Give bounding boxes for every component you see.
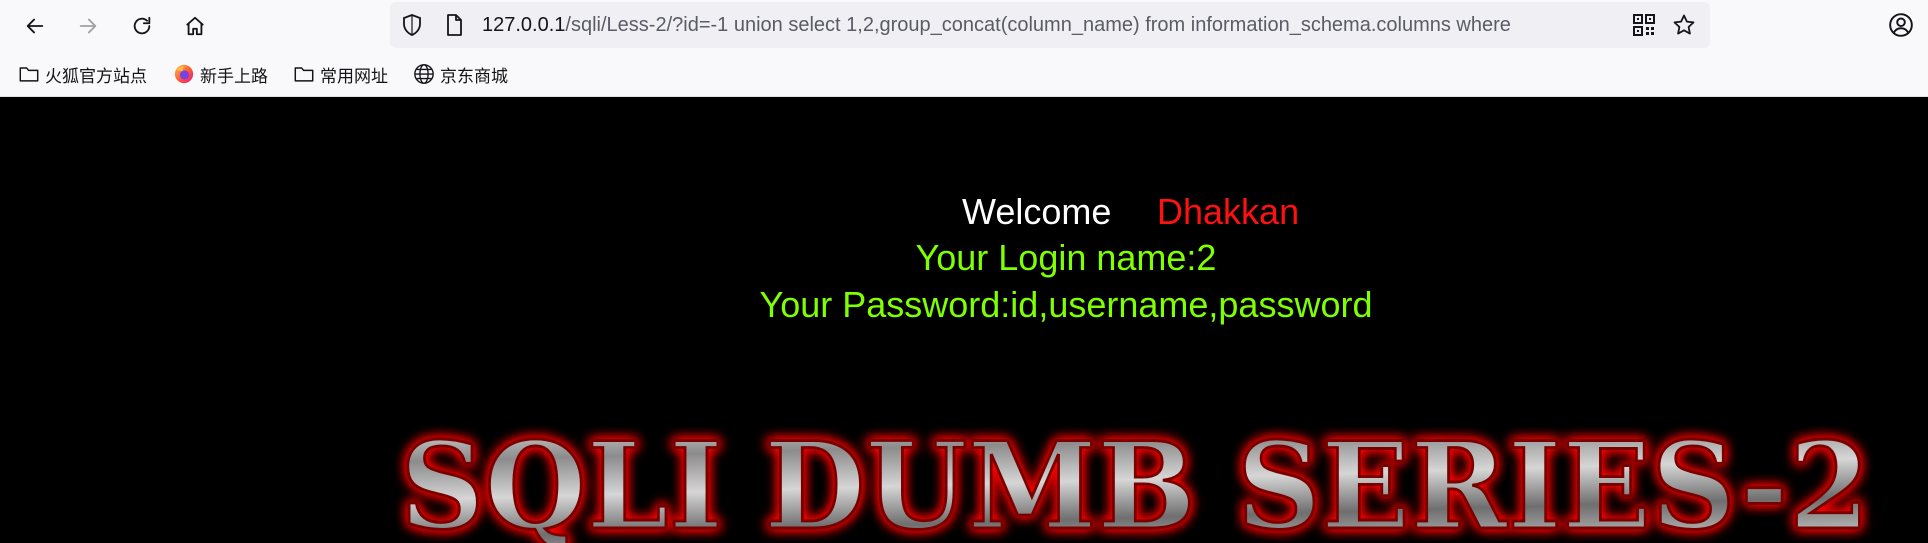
reload-button[interactable] [125,9,159,43]
banner-text: SQLI DUMB SERIES-2 [400,420,1870,543]
forward-button[interactable] [71,9,105,43]
bookmark-item[interactable]: 常用网址 [293,59,388,89]
arrow-right-icon [79,18,97,34]
home-button[interactable] [178,9,212,43]
arrow-left-icon [26,18,44,34]
folder-icon [19,67,39,82]
bookmark-item[interactable]: 火狐官方站点 [18,59,147,89]
bookmark-item[interactable]: 京东商城 [413,59,508,89]
page-content: Welcome Dhakkan Your Login name:2 Your P… [0,98,1928,543]
bookmark-label: 新手上路 [200,66,268,87]
bookmark-item[interactable]: 新手上路 [173,59,268,89]
browser-toolbar: 127.0.0.1/sqli/Less-2/?id=-1 union selec… [0,0,1928,51]
globe-icon [414,64,434,84]
bookmark-label: 火狐官方站点 [45,66,147,87]
password-line: Your Password:id,username,password [759,284,1373,325]
folder-icon [294,67,314,82]
reload-icon [133,16,151,35]
back-button[interactable] [18,9,52,43]
bookmark-label: 常用网址 [320,66,388,87]
url-text[interactable]: 127.0.0.1/sqli/Less-2/?id=-1 union selec… [482,2,1622,48]
star-icon[interactable] [1672,13,1696,37]
firefox-icon [174,64,194,84]
login-name-line: Your Login name:2 [915,237,1217,278]
welcome-line: Welcome Dhakkan [0,190,1928,234]
banner-image: SQLI DUMB SERIES-2 [399,420,1872,543]
welcome-name: Dhakkan [1157,191,1300,232]
bookmark-label: 京东商城 [440,66,508,87]
qr-code-icon[interactable] [1632,13,1656,37]
url-host: 127.0.0.1 [482,14,566,36]
welcome-label: Welcome [962,191,1112,232]
shield-icon[interactable] [400,13,424,37]
page-icon[interactable] [442,13,466,37]
url-path: /sqli/Less-2/?id=-1 union select 1,2,gro… [565,14,1511,36]
account-icon[interactable] [1888,12,1914,38]
home-icon [186,16,204,36]
address-bar[interactable]: 127.0.0.1/sqli/Less-2/?id=-1 union selec… [390,2,1710,48]
bookmarks-bar: 火狐官方站点 新手上路 常用网址 京东商城 [0,51,1928,97]
